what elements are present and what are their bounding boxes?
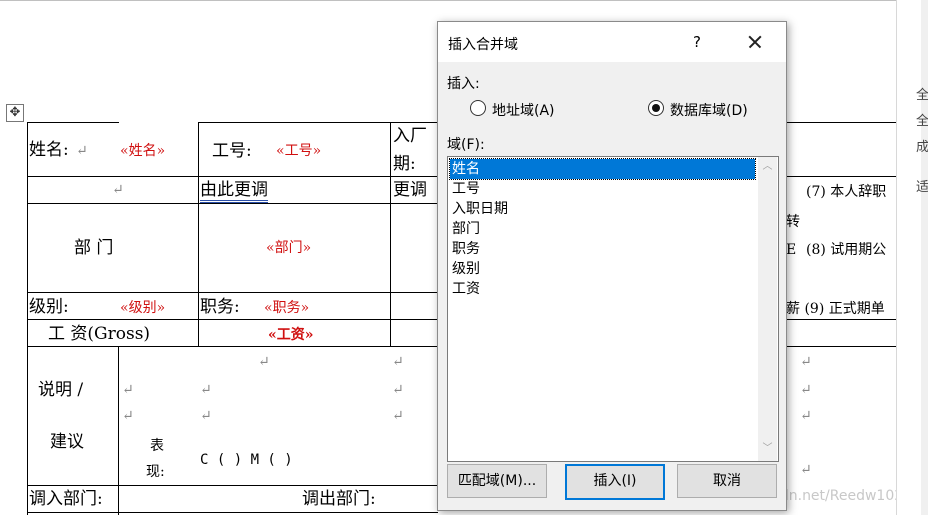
scroll-up-icon[interactable]: ︿ xyxy=(762,161,773,172)
list-item[interactable]: 工资 xyxy=(450,279,755,299)
paragraph-mark-icon: ↵ xyxy=(76,143,88,159)
right-pane-char: 全 xyxy=(916,88,928,103)
paragraph-mark-icon: ↵ xyxy=(800,462,812,478)
table-rule xyxy=(784,346,896,347)
right-pane-edge: 全 全 成 适 xyxy=(896,0,928,515)
right-scrollbar[interactable] xyxy=(921,0,928,515)
table-rule xyxy=(27,512,438,513)
out-dept-label: 调出部门: xyxy=(302,489,376,509)
suggest-label: 建议 xyxy=(50,432,84,452)
table-rule xyxy=(0,0,896,1)
match-fields-button[interactable]: 匹配域(M)... xyxy=(447,464,547,498)
paragraph-mark-icon: ↵ xyxy=(122,408,134,424)
scroll-down-icon[interactable]: ﹀ xyxy=(762,443,773,454)
wage-merge-field[interactable]: «工资» xyxy=(268,325,314,345)
note-9: 薪 (9) 正式期单 xyxy=(786,301,885,317)
right-pane-char: 全 xyxy=(916,114,928,129)
table-rule xyxy=(27,203,438,204)
performance-label-bottom: 现: xyxy=(146,464,165,480)
listbox-scrollbar[interactable]: ︿ ﹀ xyxy=(758,157,777,461)
dialog-title: 插入合并域 xyxy=(448,37,518,53)
right-pane-char: 成 xyxy=(916,140,928,155)
cm-text: C ( ) M ( ) xyxy=(200,452,293,468)
transfer-text: 由此更调 xyxy=(200,180,268,203)
table-rule xyxy=(27,485,438,486)
list-item[interactable]: 职务 xyxy=(450,239,755,259)
right-pane-char: 适 xyxy=(916,180,928,195)
remark-label: 说明 / xyxy=(38,380,84,400)
note-8-prefix: E xyxy=(786,242,797,258)
note-8: (8) 试用期公 xyxy=(806,242,887,258)
insert-merge-field-dialog: 插入合并域 ? 插入: 地址域(A) 数据库域(D) 域(F): 姓名 工号 入… xyxy=(437,21,787,511)
fields-listbox[interactable]: 姓名 工号 入职日期 部门 职务 级别 工资 ︿ ﹀ xyxy=(447,156,779,462)
entry-date-label-top: 入厂 xyxy=(393,126,427,146)
database-field-radio[interactable] xyxy=(648,100,664,116)
table-rule xyxy=(27,122,28,515)
note-zhuan: 转 xyxy=(786,214,800,230)
table-rule xyxy=(27,346,438,347)
name-merge-field[interactable]: «姓名» xyxy=(120,141,165,161)
job-merge-field[interactable]: «职务» xyxy=(264,298,309,318)
paragraph-mark-icon: ↵ xyxy=(800,382,812,398)
database-field-label[interactable]: 数据库域(D) xyxy=(670,100,748,120)
list-item[interactable]: 工号 xyxy=(450,179,755,199)
table-rule xyxy=(118,346,119,515)
dept-merge-field[interactable]: «部门» xyxy=(266,238,311,258)
transfer-text-2: 更调 xyxy=(393,180,427,200)
list-item[interactable]: 姓名 xyxy=(449,158,756,180)
table-rule xyxy=(198,122,438,123)
id-label: 工号: xyxy=(212,141,252,161)
table-rule xyxy=(27,122,119,123)
in-dept-label: 调入部门: xyxy=(29,489,103,509)
cancel-button[interactable]: 取消 xyxy=(677,464,777,498)
level-merge-field[interactable]: «级别» xyxy=(120,298,165,318)
insert-label: 插入: xyxy=(447,76,480,92)
level-label: 级别: xyxy=(29,297,69,317)
job-label: 职务: xyxy=(200,297,240,317)
table-rule xyxy=(198,122,199,346)
wage-label: 工 资(Gross) xyxy=(48,324,151,344)
paragraph-mark-icon: ↵ xyxy=(112,182,124,198)
close-icon[interactable] xyxy=(738,28,772,56)
list-item[interactable]: 入职日期 xyxy=(450,199,755,219)
dept-label: 部 门 xyxy=(74,238,114,258)
table-rule xyxy=(27,176,438,177)
address-field-label[interactable]: 地址域(A) xyxy=(492,100,555,120)
fields-label: 域(F): xyxy=(447,137,485,153)
insert-button[interactable]: 插入(I) xyxy=(565,464,665,500)
paragraph-mark-icon: ↵ xyxy=(800,354,812,370)
paragraph-mark-icon: ↵ xyxy=(200,408,212,424)
paragraph-mark-icon: ↵ xyxy=(392,408,404,424)
help-button[interactable]: ? xyxy=(682,30,712,54)
dialog-titlebar[interactable]: 插入合并域 ? xyxy=(438,22,786,62)
table-rule xyxy=(27,292,438,293)
entry-date-label-bottom: 期: xyxy=(393,154,416,174)
list-item[interactable]: 部门 xyxy=(450,219,755,239)
list-item[interactable]: 级别 xyxy=(450,259,755,279)
paragraph-mark-icon: ↵ xyxy=(122,382,134,398)
id-merge-field[interactable]: «工号» xyxy=(276,141,321,161)
name-label: 姓名: xyxy=(29,140,69,160)
note-7: (7) 本人辞职 xyxy=(806,184,887,200)
table-move-handle-icon[interactable]: ✥ xyxy=(6,104,24,122)
paragraph-mark-icon: ↵ xyxy=(392,382,404,398)
table-rule xyxy=(784,176,896,177)
address-field-radio[interactable] xyxy=(470,100,486,116)
table-rule xyxy=(784,122,896,123)
table-rule xyxy=(390,122,391,346)
paragraph-mark-icon: ↵ xyxy=(392,354,404,370)
performance-label-top: 表 xyxy=(150,438,164,454)
paragraph-mark-icon: ↵ xyxy=(800,408,812,424)
table-rule xyxy=(784,319,896,320)
paragraph-mark-icon: ↵ xyxy=(258,354,270,370)
table-rule xyxy=(27,319,438,320)
paragraph-mark-icon: ↵ xyxy=(200,382,212,398)
